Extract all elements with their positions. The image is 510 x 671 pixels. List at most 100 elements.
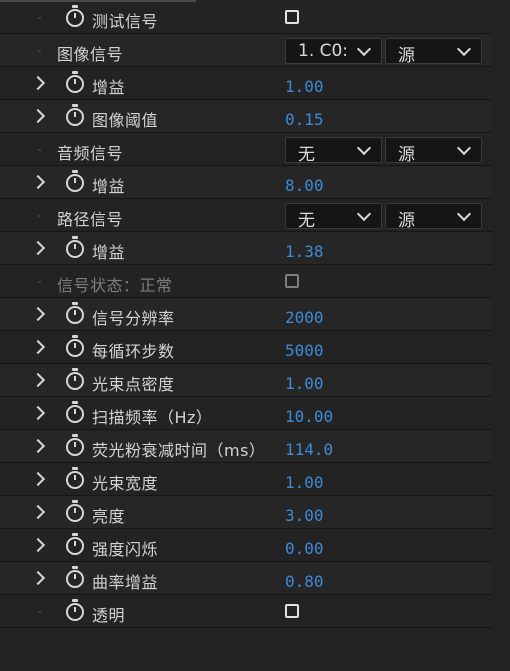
row-beam-point-density: 光束点密度 1.00 [0,365,492,397]
stopwatch-icon[interactable] [66,434,84,456]
audio-signal-layer-value: 无 [298,145,315,165]
chevron-right-icon[interactable] [30,372,46,388]
stopwatch-icon[interactable] [66,533,84,555]
signal-resolution-label: 信号分辨率 [92,309,175,328]
image-signal-layer-select[interactable]: 1. C0: [285,38,382,64]
path-gain-value[interactable]: 1.38 [285,242,324,261]
phosphor-decay-value[interactable]: 114.0 [285,440,333,459]
image-signal-label: 图像信号 [57,45,124,64]
chevron-down-icon [356,140,372,156]
stopwatch-icon[interactable] [66,5,84,27]
phosphor-decay-label: 荧光粉衰减时间（ms） [92,441,266,460]
path-signal-label: 路径信号 [57,210,124,229]
chevron-right-icon[interactable] [30,537,46,553]
bullet-dot [38,281,41,283]
stopwatch-icon[interactable] [66,170,84,192]
stopwatch-icon[interactable] [66,368,84,390]
beam-width-label: 光束宽度 [92,474,159,493]
signal-status-label: 信号状态：正常 [57,276,173,295]
chevron-right-icon[interactable] [30,570,46,586]
row-curvature-gain: 曲率增益 0.80 [0,563,492,595]
row-audio-gain: 增益 8.00 [0,167,492,199]
intensity-flicker-label: 强度闪烁 [92,540,159,559]
chevron-down-icon [456,140,472,156]
transparent-label: 透明 [92,606,126,625]
bullet-dot [38,215,41,217]
stopwatch-icon[interactable] [66,467,84,489]
row-scan-frequency: 扫描频率（Hz） 10.00 [0,398,492,430]
chevron-right-icon[interactable] [30,405,46,421]
intensity-flicker-value[interactable]: 0.00 [285,539,324,558]
curvature-gain-value[interactable]: 0.80 [285,572,324,591]
audio-signal-source-select[interactable]: 源 [385,137,482,165]
chevron-right-icon[interactable] [30,108,46,124]
chevron-right-icon[interactable] [30,75,46,91]
audio-signal-layer-select[interactable]: 无 [285,137,382,165]
effect-controls-panel: 测试信号 图像信号 1. C0: 源 增益 1.00 图像阈值 0.15 音频信… [0,0,510,671]
audio-signal-label: 音频信号 [57,144,124,163]
image-gain-label: 增益 [92,78,126,97]
stopwatch-icon[interactable] [66,104,84,126]
row-image-signal: 图像信号 1. C0: 源 [0,35,492,67]
chevron-right-icon[interactable] [30,504,46,520]
stopwatch-icon[interactable] [66,302,84,324]
path-signal-source-value: 源 [398,211,415,231]
stopwatch-icon[interactable] [66,335,84,357]
stopwatch-icon[interactable] [66,566,84,588]
chevron-right-icon[interactable] [30,339,46,355]
scan-frequency-value[interactable]: 10.00 [285,407,333,426]
stopwatch-icon[interactable] [66,236,84,258]
row-steps-per-cycle: 每循环步数 5000 [0,332,492,364]
transparent-checkbox[interactable] [285,604,299,618]
chevron-right-icon[interactable] [30,240,46,256]
test-signal-label: 测试信号 [92,12,159,31]
row-beam-width: 光束宽度 1.00 [0,464,492,496]
image-threshold-value[interactable]: 0.15 [285,110,324,129]
row-transparent: 透明 [0,596,492,628]
test-signal-checkbox[interactable] [285,10,299,24]
chevron-right-icon[interactable] [30,471,46,487]
beam-point-density-label: 光束点密度 [92,375,175,394]
path-signal-layer-select[interactable]: 无 [285,203,382,231]
row-path-gain: 增益 1.38 [0,233,492,265]
stopwatch-icon[interactable] [66,500,84,522]
row-brightness: 亮度 3.00 [0,497,492,529]
chevron-right-icon[interactable] [30,438,46,454]
row-image-gain: 增益 1.00 [0,68,492,100]
row-path-signal: 路径信号 无 源 [0,200,492,232]
audio-signal-source-value: 源 [398,145,415,165]
chevron-right-icon[interactable] [30,174,46,190]
image-threshold-label: 图像阈值 [92,111,159,130]
stopwatch-icon[interactable] [66,401,84,423]
bullet-dot [38,17,41,19]
signal-status-checkbox [285,274,299,288]
path-signal-source-select[interactable]: 源 [385,203,482,231]
chevron-down-icon [456,206,472,222]
image-signal-source-select[interactable]: 源 [385,38,482,66]
audio-gain-label: 增益 [92,177,126,196]
row-image-threshold: 图像阈值 0.15 [0,101,492,133]
beam-width-value[interactable]: 1.00 [285,473,324,492]
path-gain-label: 增益 [92,243,126,262]
stopwatch-icon[interactable] [66,599,84,621]
audio-gain-value[interactable]: 8.00 [285,176,324,195]
image-signal-layer-value: 1. C0: [298,41,349,61]
row-audio-signal: 音频信号 无 源 [0,134,492,166]
brightness-value[interactable]: 3.00 [285,506,324,525]
chevron-down-icon [356,206,372,222]
bullet-dot [38,50,41,52]
image-gain-value[interactable]: 1.00 [285,77,324,96]
row-test-signal: 测试信号 [0,2,492,34]
scan-frequency-label: 扫描频率（Hz） [92,408,213,427]
bullet-dot [38,149,41,151]
steps-per-cycle-value[interactable]: 5000 [285,341,324,360]
chevron-right-icon[interactable] [30,306,46,322]
beam-point-density-value[interactable]: 1.00 [285,374,324,393]
curvature-gain-label: 曲率增益 [92,573,159,592]
bullet-dot [38,611,41,613]
signal-resolution-value[interactable]: 2000 [285,308,324,327]
row-signal-resolution: 信号分辨率 2000 [0,299,492,331]
image-signal-source-value: 源 [398,46,415,66]
stopwatch-icon[interactable] [66,71,84,93]
row-intensity-flicker: 强度闪烁 0.00 [0,530,492,562]
